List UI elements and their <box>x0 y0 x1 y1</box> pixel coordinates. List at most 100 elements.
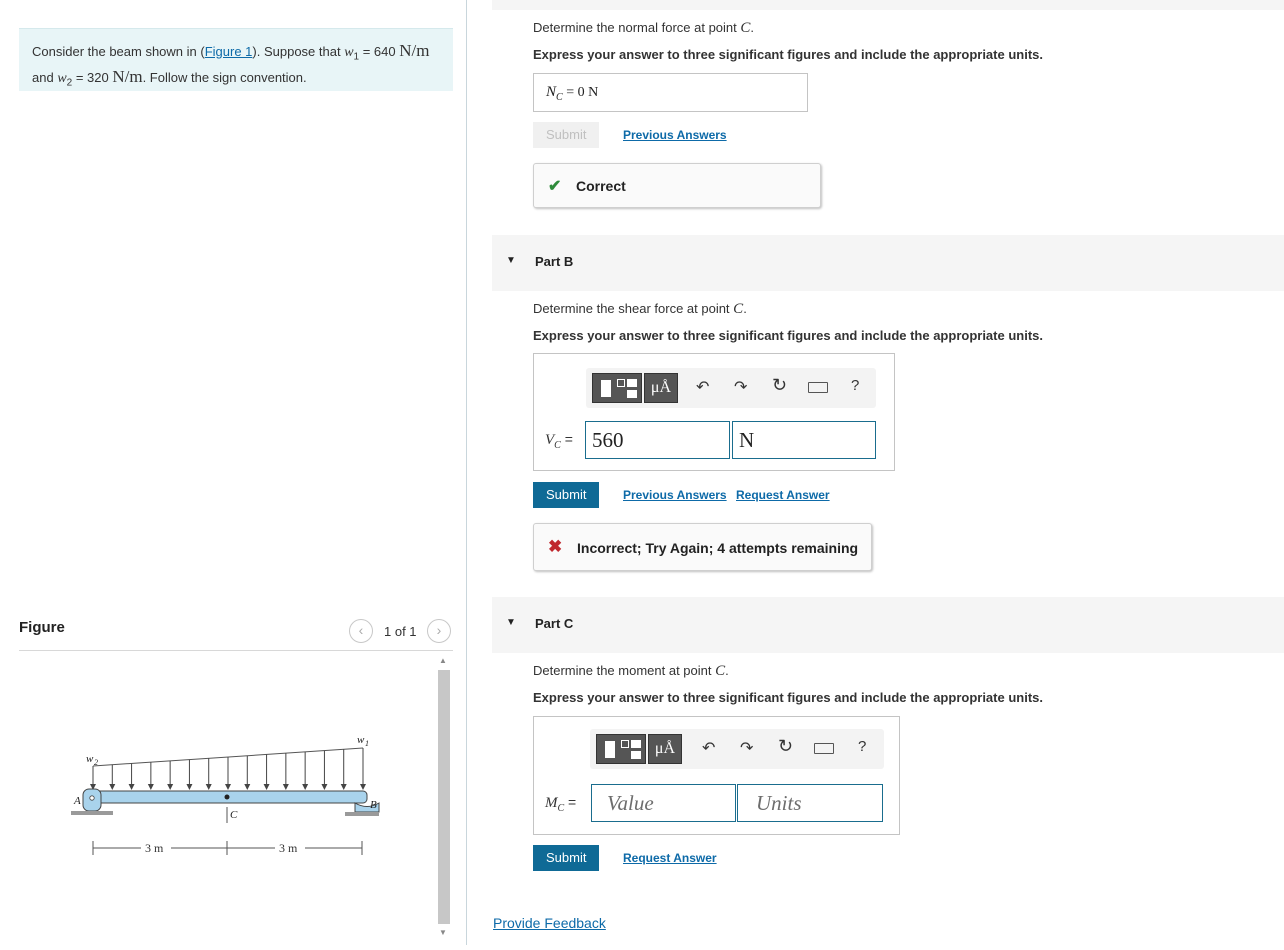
part-a-question: Determine the normal force at point C. <box>533 20 754 37</box>
part-a-feedback-text: Correct <box>576 178 626 194</box>
w1-unit: N/m <box>399 41 430 60</box>
part-a-submit-button: Submit <box>533 122 600 148</box>
label-c: C <box>230 809 238 821</box>
help-icon[interactable]: ? <box>858 738 866 755</box>
load-arrow-head <box>205 784 212 790</box>
part-b-units-input[interactable]: N <box>732 421 876 459</box>
part-c-request-answer-link[interactable]: Request Answer <box>623 851 717 865</box>
part-a-question-var: C <box>740 20 751 36</box>
load-arrow-head <box>282 784 289 790</box>
part-a-answer-sub: C <box>556 91 563 103</box>
part-c-units-input[interactable]: Units <box>737 784 883 822</box>
part-b-feedback-text: Incorrect; Try Again; 4 attempts remaini… <box>577 540 859 556</box>
part-b-eq: = <box>560 431 573 447</box>
point-c-marker <box>224 794 230 800</box>
part-a-answer-text: = 0 N <box>562 85 599 100</box>
part-b-submit-button[interactable]: Submit <box>533 482 600 508</box>
beam <box>92 790 368 804</box>
template-frac-top-icon <box>631 740 641 748</box>
part-c-header[interactable]: ▼ Part C <box>492 597 1284 653</box>
scroll-thumb[interactable] <box>438 670 450 924</box>
part-c-question-suffix: . <box>725 663 729 678</box>
collapse-triangle-icon[interactable]: ▼ <box>506 255 516 266</box>
problem-tail: . Follow the sign convention. <box>142 69 307 85</box>
part-b-var-sub: C <box>554 439 561 451</box>
part-c-answer-box: μÅ ↶ ↷ ↻ ? MC = Value Units <box>533 716 900 835</box>
load-arrow-head <box>167 784 174 790</box>
scroll-up-icon[interactable]: ▲ <box>439 656 447 665</box>
part-b-value-input[interactable]: 560 <box>585 421 730 459</box>
ground-a <box>71 811 113 815</box>
part-a-feedback: ✔ Correct <box>533 163 821 208</box>
part-b-question: Determine the shear force at point C. <box>533 301 747 318</box>
w2-value: = 320 <box>72 69 113 85</box>
part-b-math-toolbar: μÅ ↶ ↷ ↻ ? <box>586 368 876 408</box>
fraction-template-icon[interactable] <box>596 734 646 764</box>
w1-value: = 640 <box>359 44 400 59</box>
check-icon: ✔ <box>548 178 562 195</box>
figure-area: 3 m 3 m A B C w 2 w 1 <box>19 652 434 945</box>
figure-title: Figure <box>19 619 65 636</box>
part-b-title: Part B <box>535 254 574 269</box>
w2-symbol: w <box>57 70 67 86</box>
part-b-previous-answers-link[interactable]: Previous Answers <box>623 488 727 502</box>
part-b-header[interactable]: ▼ Part B <box>492 235 1284 291</box>
w2-unit: N/m <box>112 66 143 86</box>
units-button[interactable]: μÅ <box>648 734 682 764</box>
problem-statement: Consider the beam shown in (Figure 1). S… <box>19 28 453 91</box>
redo-icon[interactable]: ↷ <box>740 738 753 758</box>
provide-feedback-link[interactable]: Provide Feedback <box>493 915 606 931</box>
keyboard-icon[interactable] <box>814 743 834 754</box>
part-c-question-text: Determine the moment at point <box>533 663 716 678</box>
ground-b <box>345 812 379 816</box>
template-box-icon <box>605 741 615 758</box>
part-a-answer-display: NC = 0 N <box>533 73 808 112</box>
reset-icon[interactable]: ↻ <box>778 736 793 757</box>
part-a-question-suffix: . <box>750 20 755 35</box>
help-icon[interactable]: ? <box>851 377 859 394</box>
problem-and: and <box>32 69 58 85</box>
undo-icon[interactable]: ↶ <box>696 377 709 397</box>
template-box-icon <box>601 380 611 397</box>
collapse-triangle-icon[interactable]: ▼ <box>506 617 516 628</box>
part-a-instruction: Express your answer to three significant… <box>533 47 1043 62</box>
template-sup-icon <box>621 740 629 748</box>
reset-icon[interactable]: ↻ <box>772 375 787 396</box>
part-b-request-answer-link[interactable]: Request Answer <box>736 488 830 502</box>
part-b-instruction: Express your answer to three significant… <box>533 328 1043 343</box>
part-b-question-text: Determine the shear force at point <box>533 301 734 316</box>
scroll-down-icon[interactable]: ▼ <box>439 928 447 937</box>
part-b-answer-box: μÅ ↶ ↷ ↻ ? VC = 560 N <box>533 353 895 471</box>
units-button[interactable]: μÅ <box>644 373 678 403</box>
chevron-left-icon[interactable]: ‹ <box>349 619 373 643</box>
figure-counter: 1 of 1 <box>384 624 417 639</box>
fraction-template-icon[interactable] <box>592 373 642 403</box>
label-w1: w <box>357 734 365 746</box>
part-c-instruction: Express your answer to three significant… <box>533 690 1043 705</box>
distributed-load-arrows <box>90 748 366 790</box>
load-arrow-head <box>128 784 135 790</box>
part-b-var-label: VC = <box>545 431 573 451</box>
undo-icon[interactable]: ↶ <box>702 738 715 758</box>
load-arrow-head <box>302 784 309 790</box>
part-c-question: Determine the moment at point C. <box>533 663 729 680</box>
keyboard-icon[interactable] <box>808 382 828 393</box>
beam-diagram: 3 m 3 m A B C w 2 w 1 <box>71 734 380 855</box>
problem-intro: Consider the beam shown in ( <box>32 44 205 59</box>
redo-icon[interactable]: ↷ <box>734 377 747 397</box>
load-arrow-head <box>360 784 366 790</box>
load-arrow-head <box>147 784 154 790</box>
figure-link[interactable]: Figure 1 <box>205 44 253 59</box>
template-frac-bottom-icon <box>627 390 637 398</box>
figure-scrollbar[interactable]: ▲ ▼ <box>436 656 452 940</box>
part-a-answer: NC = 0 N <box>546 83 598 103</box>
part-c-submit-button[interactable]: Submit <box>533 845 600 871</box>
part-a-previous-answers-link[interactable]: Previous Answers <box>623 128 727 142</box>
label-w2-sub: 2 <box>94 758 98 767</box>
chevron-right-icon[interactable]: › <box>427 619 451 643</box>
part-c-var: M <box>545 795 558 811</box>
dimension-label-right: 3 m <box>279 841 298 855</box>
part-c-value-input[interactable]: Value <box>591 784 736 822</box>
part-a-answer-var: N <box>546 84 557 100</box>
cross-icon: ✖ <box>548 537 563 556</box>
